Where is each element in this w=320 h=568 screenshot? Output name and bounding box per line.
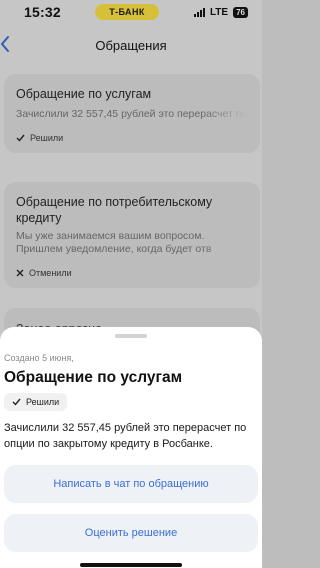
card-title: Обращение по потребительскому кредиту xyxy=(16,195,213,225)
back-arrow-icon[interactable] xyxy=(0,34,14,54)
cross-icon xyxy=(16,269,24,277)
request-detail-sheet: Создано 5 июня, Обращение по услугам Реш… xyxy=(0,327,262,568)
network-label: LTE xyxy=(209,6,229,18)
nav-bar: Обращения xyxy=(0,30,262,60)
request-card-consumer-credit[interactable]: Обращение по потребительскому кредиту Мы… xyxy=(4,182,260,288)
card-title: Обращение по услугам xyxy=(16,87,152,101)
chat-about-request-button[interactable]: Написать в чат по обращению xyxy=(4,465,258,503)
request-card-services[interactable]: Обращение по услугам Зачислили 32 557,45… xyxy=(4,74,260,153)
status-indicators: LTE 76 xyxy=(193,6,248,18)
card-text-line-2: Пришлем уведомление, когда будет отв xyxy=(16,243,212,255)
status-label: Решили xyxy=(30,133,64,143)
sheet-grabber[interactable] xyxy=(115,334,147,338)
status-badge: Решили xyxy=(4,393,68,411)
status-time: 15:32 xyxy=(24,4,61,20)
status-badge: Отменили xyxy=(16,268,248,278)
check-icon xyxy=(12,398,21,406)
signal-icon xyxy=(193,7,205,17)
card-text-line-1: Мы уже занимаемся вашим вопросом. xyxy=(16,230,205,242)
status-label: Отменили xyxy=(29,268,72,278)
status-badge: Решили xyxy=(16,133,248,143)
page-title: Обращения xyxy=(95,37,167,53)
home-indicator xyxy=(80,563,182,567)
check-icon xyxy=(16,134,25,142)
bank-badge: Т-БАНК xyxy=(95,4,159,20)
battery-icon: 76 xyxy=(233,6,248,18)
status-label: Решили xyxy=(26,397,60,407)
rate-solution-button[interactable]: Оценить решение xyxy=(4,514,258,552)
request-description: Зачислили 32 557,45 рублей это перерасче… xyxy=(4,422,247,450)
card-text: Зачислили 32 557,45 рублей это перерасче… xyxy=(16,108,248,120)
created-date: Создано 5 июня, xyxy=(4,353,74,363)
sheet-title: Обращение по услугам xyxy=(4,369,183,386)
